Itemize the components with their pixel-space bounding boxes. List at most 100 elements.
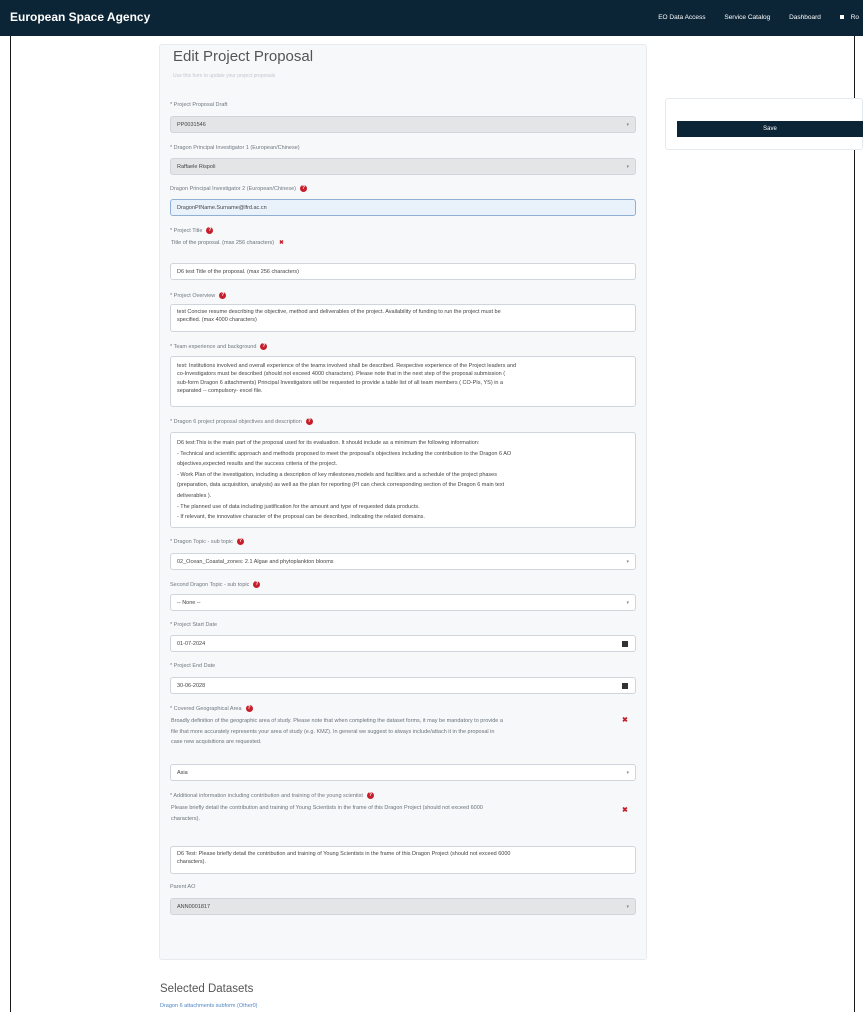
start-date-input[interactable]: 01-07-2024 [170,635,636,652]
brand-title[interactable]: European Space Agency [10,10,150,24]
topic-value: 02_Ocean_Coastal_zones: 2.1 Algae and ph… [177,559,334,565]
chevron-down-icon: ▾ [626,904,629,910]
topic2-label: Second Dragon Topic - sub topic? [170,581,261,588]
overview-line: test Concise resume describing the objec… [177,309,501,315]
end-date-input[interactable]: 30-06-2028 [170,677,636,694]
title-label: * Project Title? [170,227,214,234]
area-info: Broadly definition of the geographic are… [171,716,621,748]
team-textarea[interactable]: test: Institutions involved and overall … [170,356,636,407]
chevron-down-icon: ▾ [626,559,629,565]
nav-service-catalog[interactable]: Service Catalog [724,14,770,21]
team-line: separated -- compulsory- excel file. [177,388,263,395]
help-icon[interactable]: ? [236,538,244,545]
help-icon[interactable]: ? [366,792,374,799]
calendar-icon[interactable] [622,683,628,689]
overview-textarea[interactable]: test Concise resume describing the objec… [170,304,636,332]
objectives-label: * Dragon 6 project proposal objectives a… [170,418,313,425]
nav-dashboard[interactable]: Dashboard [789,14,821,21]
objectives-line: D6 test:This is the main part of the pro… [177,440,480,446]
title-hint-text: Title of the proposal. (max 256 characte… [171,240,275,246]
area-info-line: case new acquisitions are requested. [171,739,262,745]
start-date-label: * Project Start Date [170,622,218,628]
close-icon[interactable]: ✖ [622,806,628,814]
objectives-line: deliverables ). [177,492,212,499]
calendar-icon[interactable] [622,641,628,647]
chevron-down-icon: ▾ [626,770,629,776]
area-select[interactable]: Asia ▾ [170,764,636,781]
additional-line: characters). [177,859,207,866]
page-title: Edit Project Proposal [173,48,314,65]
help-icon[interactable]: ? [305,418,313,425]
end-date-label: * Project End Date [170,663,216,669]
title-input[interactable]: D6 test Title of the proposal. (max 256 … [170,263,636,280]
objectives-line: - Technical and scientific approach and … [177,450,512,457]
pi2-label-text: Dragon Principal Investigator 2 (Europea… [170,185,296,192]
additional-label: * Additional information including contr… [170,792,374,799]
help-icon[interactable]: ? [219,292,227,299]
start-date-value: 01-07-2024 [177,641,206,647]
proposal-draft-select[interactable]: PP0031546 ▾ [170,116,636,133]
pi1-value: Raffaele Rispoli [177,164,216,170]
team-line: test: Institutions involved and overall … [177,363,517,369]
pi1-label: * Dragon Principal Investigator 1 (Europ… [170,145,300,151]
area-info-line: file that more accurately represents you… [171,728,495,735]
overview-label: * Project Overview? [170,292,227,299]
chevron-down-icon: ▾ [626,122,629,128]
additional-label-text: * Additional information including contr… [170,792,363,799]
page-subtitle: Use this form to update your project pro… [173,73,276,79]
additional-info-line: characters). [171,815,201,822]
area-value: Asia [177,770,188,776]
pi2-label: Dragon Principal Investigator 2 (Europea… [170,185,307,192]
area-label: * Covered Geographical Area? [170,705,253,712]
pi2-input[interactable]: DragonPIName.Surname@lfrd.ac.cn [170,199,636,216]
additional-info: Please briefly detail the contribution a… [171,803,621,824]
overview-label-text: * Project Overview [170,292,216,299]
chevron-down-icon: ▾ [626,600,629,606]
top-navbar: European Space Agency EO Data Access Ser… [0,0,863,36]
topic-label-text: * Dragon Topic - sub topic [170,538,233,545]
selected-datasets-heading: Selected Datasets [160,983,254,995]
pi2-value: DragonPIName.Surname@lfrd.ac.cn [177,205,267,211]
chevron-down-icon: ▾ [626,164,629,170]
help-icon[interactable]: ? [245,705,253,712]
help-icon[interactable]: ? [253,581,261,588]
topic2-select[interactable]: -- None -- ▾ [170,594,636,611]
help-icon[interactable]: ? [260,343,268,350]
proposal-draft-value: PP0031546 [177,122,206,128]
area-info-line: Broadly definition of the geographic are… [171,718,503,724]
dataset-link[interactable]: Dragon 6 attachments subform (Other0) [160,1003,258,1009]
save-button[interactable]: Save [677,121,863,137]
objectives-line: objectives,expected results and the succ… [177,461,338,468]
proposal-draft-label: * Project Proposal Draft [170,102,228,108]
parent-ao-select[interactable]: ANN0001817 ▾ [170,898,636,915]
team-label-text: * Team experience and background [170,343,257,350]
user-initials: Ro [850,14,859,21]
additional-textarea[interactable]: D6 Test: Please briefly detail the contr… [170,846,636,874]
overview-line: specified. (max 4000 characters) [177,317,257,324]
help-icon[interactable]: ? [206,227,214,234]
objectives-textarea[interactable]: D6 test:This is the main part of the pro… [170,432,636,528]
additional-info-line: Please briefly detail the contribution a… [171,805,483,811]
user-icon [839,15,844,20]
close-icon[interactable]: ✖ [279,240,284,246]
help-icon[interactable]: ? [299,185,307,192]
end-date-value: 30-06-2028 [177,683,206,689]
parent-ao-label: Parent AO [170,884,196,890]
objectives-line: - The planned use of data including just… [177,503,420,510]
parent-ao-value: ANN0001817 [177,904,211,910]
nav-menu: EO Data Access Service Catalog Dashboard… [658,14,863,21]
topic-select[interactable]: 02_Ocean_Coastal_zones: 2.1 Algae and ph… [170,553,636,570]
team-label: * Team experience and background? [170,343,268,350]
team-line: sub-form Dragon 6 attachments) Principal… [177,379,504,386]
close-icon[interactable]: ✖ [622,716,628,724]
title-hint: Title of the proposal. (max 256 characte… [171,240,284,246]
pi1-select[interactable]: Raffaele Rispoli ▾ [170,158,636,175]
title-label-text: * Project Title [170,227,203,234]
additional-line: D6 Test: Please briefly detail the contr… [177,851,511,857]
team-line: co-Investigators must be described (shou… [177,371,506,378]
nav-eo-data-access[interactable]: EO Data Access [658,14,705,21]
topic2-value: -- None -- [177,600,201,606]
user-menu[interactable]: Ro [839,14,859,21]
objectives-line: (preparation, data acquisition, analysis… [177,482,505,489]
objectives-line: - If relevant, the innovative character … [177,514,425,521]
